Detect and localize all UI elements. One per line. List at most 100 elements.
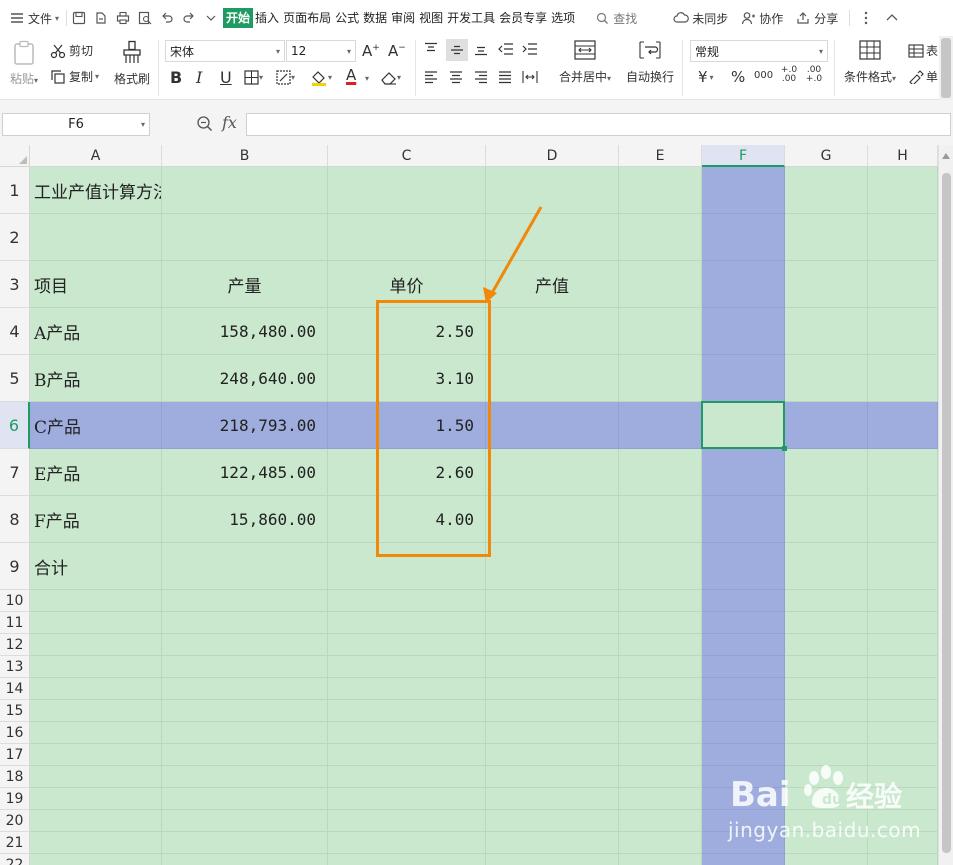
increase-font-size-button[interactable]: A+ — [362, 42, 380, 60]
search-button[interactable]: 查找 — [591, 7, 640, 29]
cell-a10[interactable] — [30, 590, 162, 612]
cell-e11[interactable] — [619, 612, 702, 634]
cell-a17[interactable] — [30, 744, 162, 766]
cell-f5[interactable] — [702, 355, 785, 402]
cell-f15[interactable] — [702, 700, 785, 722]
cell-e13[interactable] — [619, 656, 702, 678]
formula-input[interactable] — [246, 113, 951, 136]
cell-g5[interactable] — [785, 355, 868, 402]
column-header-f[interactable]: F — [702, 145, 785, 167]
cell-h16[interactable] — [868, 722, 938, 744]
row-header-5[interactable]: 5 — [0, 355, 30, 402]
align-left-button[interactable] — [424, 70, 438, 84]
cell-f8[interactable] — [702, 496, 785, 543]
cell-d11[interactable] — [486, 612, 619, 634]
cell-d2[interactable] — [486, 214, 619, 261]
cell-c5[interactable]: 3.10 — [328, 355, 486, 402]
cell-d4[interactable] — [486, 308, 619, 355]
cell-c17[interactable] — [328, 744, 486, 766]
tab-insert[interactable]: 插入 — [253, 8, 281, 28]
copy-button[interactable]: 复制 ▾ — [50, 68, 99, 85]
cell-h9[interactable] — [868, 543, 938, 590]
cell-h13[interactable] — [868, 656, 938, 678]
sync-status-button[interactable]: 未同步 — [670, 7, 731, 29]
cell-h14[interactable] — [868, 678, 938, 700]
cell-e4[interactable] — [619, 308, 702, 355]
cell-b17[interactable] — [162, 744, 328, 766]
cell-h21[interactable] — [868, 832, 938, 854]
cell-e18[interactable] — [619, 766, 702, 788]
cell-g19[interactable] — [785, 788, 868, 810]
cell-b12[interactable] — [162, 634, 328, 656]
cell-b5[interactable]: 248,640.00 — [162, 355, 328, 402]
cell-a20[interactable] — [30, 810, 162, 832]
row-header-7[interactable]: 7 — [0, 449, 30, 496]
cell-d13[interactable] — [486, 656, 619, 678]
cell-a3[interactable]: 项目 — [30, 261, 162, 308]
row-header-12[interactable]: 12 — [0, 634, 30, 656]
underline-button[interactable]: U — [220, 68, 232, 87]
cell-c20[interactable] — [328, 810, 486, 832]
scrollbar-thumb[interactable] — [941, 38, 951, 98]
cell-d6[interactable] — [486, 402, 619, 449]
active-cell-f6[interactable] — [701, 401, 787, 451]
ribbon-scrollbar[interactable] — [939, 36, 953, 100]
cell-f4[interactable] — [702, 308, 785, 355]
cell-a9[interactable]: 合计 — [30, 543, 162, 590]
table-style-button[interactable]: 表 — [908, 42, 938, 59]
scrollbar-thumb[interactable] — [942, 173, 951, 853]
undo-icon[interactable] — [159, 10, 175, 26]
font-size-dropdown[interactable]: 12 ▾ — [286, 40, 356, 62]
decrease-indent-button[interactable] — [498, 42, 514, 56]
borders-button[interactable]: ▾ — [244, 70, 263, 85]
tab-formulas[interactable]: 公式 — [333, 8, 361, 28]
cell-g21[interactable] — [785, 832, 868, 854]
cell-e8[interactable] — [619, 496, 702, 543]
cell-g1[interactable] — [785, 167, 868, 214]
cell-c4[interactable]: 2.50 — [328, 308, 486, 355]
row-header-21[interactable]: 21 — [0, 832, 30, 854]
more-options-icon[interactable] — [858, 10, 874, 26]
row-header-14[interactable]: 14 — [0, 678, 30, 700]
save-icon[interactable] — [71, 10, 87, 26]
cell-d12[interactable] — [486, 634, 619, 656]
font-color-button[interactable]: A — [346, 68, 356, 83]
cell-e1[interactable] — [619, 167, 702, 214]
spreadsheet-grid[interactable]: ABCDEFGH 1 2 3 4 5 6 7 8 9 10 11 12 13 14 15 16 17 18 19 20… — [0, 145, 938, 865]
align-right-button[interactable] — [474, 70, 488, 84]
cell-f17[interactable] — [702, 744, 785, 766]
cell-f9[interactable] — [702, 543, 785, 590]
cell-c11[interactable] — [328, 612, 486, 634]
cell-e20[interactable] — [619, 810, 702, 832]
collapse-ribbon-icon[interactable] — [884, 10, 900, 26]
decrease-decimal-button[interactable]: .00 +.0 — [804, 66, 824, 84]
cell-e6[interactable] — [619, 402, 702, 449]
cell-h12[interactable] — [868, 634, 938, 656]
select-all-corner[interactable] — [0, 145, 30, 167]
cell-a5[interactable]: B产品 — [30, 355, 162, 402]
cell-d18[interactable] — [486, 766, 619, 788]
row-header-6[interactable]: 6 — [0, 402, 30, 449]
cell-b13[interactable] — [162, 656, 328, 678]
cell-b15[interactable] — [162, 700, 328, 722]
column-header-a[interactable]: A — [30, 145, 162, 167]
cell-b21[interactable] — [162, 832, 328, 854]
cell-e2[interactable] — [619, 214, 702, 261]
cell-g18[interactable] — [785, 766, 868, 788]
cell-a15[interactable] — [30, 700, 162, 722]
tab-review[interactable]: 审阅 — [389, 8, 417, 28]
cell-h11[interactable] — [868, 612, 938, 634]
cell-e16[interactable] — [619, 722, 702, 744]
row-header-9[interactable]: 9 — [0, 543, 30, 590]
cell-f14[interactable] — [702, 678, 785, 700]
cell-h3[interactable] — [868, 261, 938, 308]
cell-b7[interactable]: 122,485.00 — [162, 449, 328, 496]
cell-a4[interactable]: A产品 — [30, 308, 162, 355]
cell-e15[interactable] — [619, 700, 702, 722]
cell-g15[interactable] — [785, 700, 868, 722]
cell-d17[interactable] — [486, 744, 619, 766]
cell-g13[interactable] — [785, 656, 868, 678]
cell-e12[interactable] — [619, 634, 702, 656]
cell-g12[interactable] — [785, 634, 868, 656]
cell-f21[interactable] — [702, 832, 785, 854]
